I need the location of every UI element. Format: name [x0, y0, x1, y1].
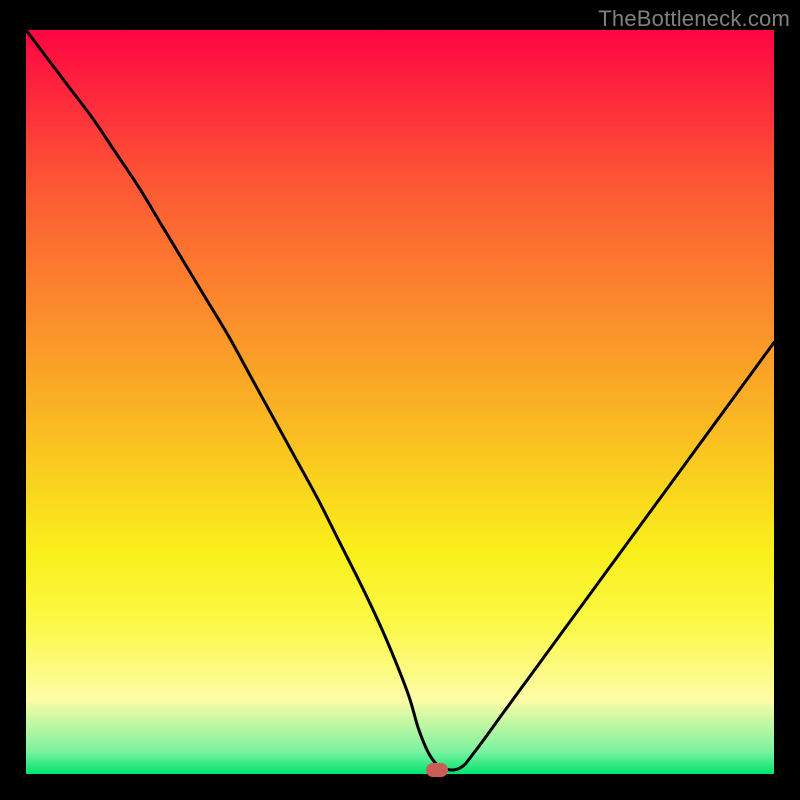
bottleneck-curve — [26, 30, 774, 774]
plot-area — [26, 30, 774, 774]
optimal-point-marker — [426, 763, 448, 777]
chart-frame: TheBottleneck.com — [0, 0, 800, 800]
watermark-text: TheBottleneck.com — [598, 6, 790, 32]
